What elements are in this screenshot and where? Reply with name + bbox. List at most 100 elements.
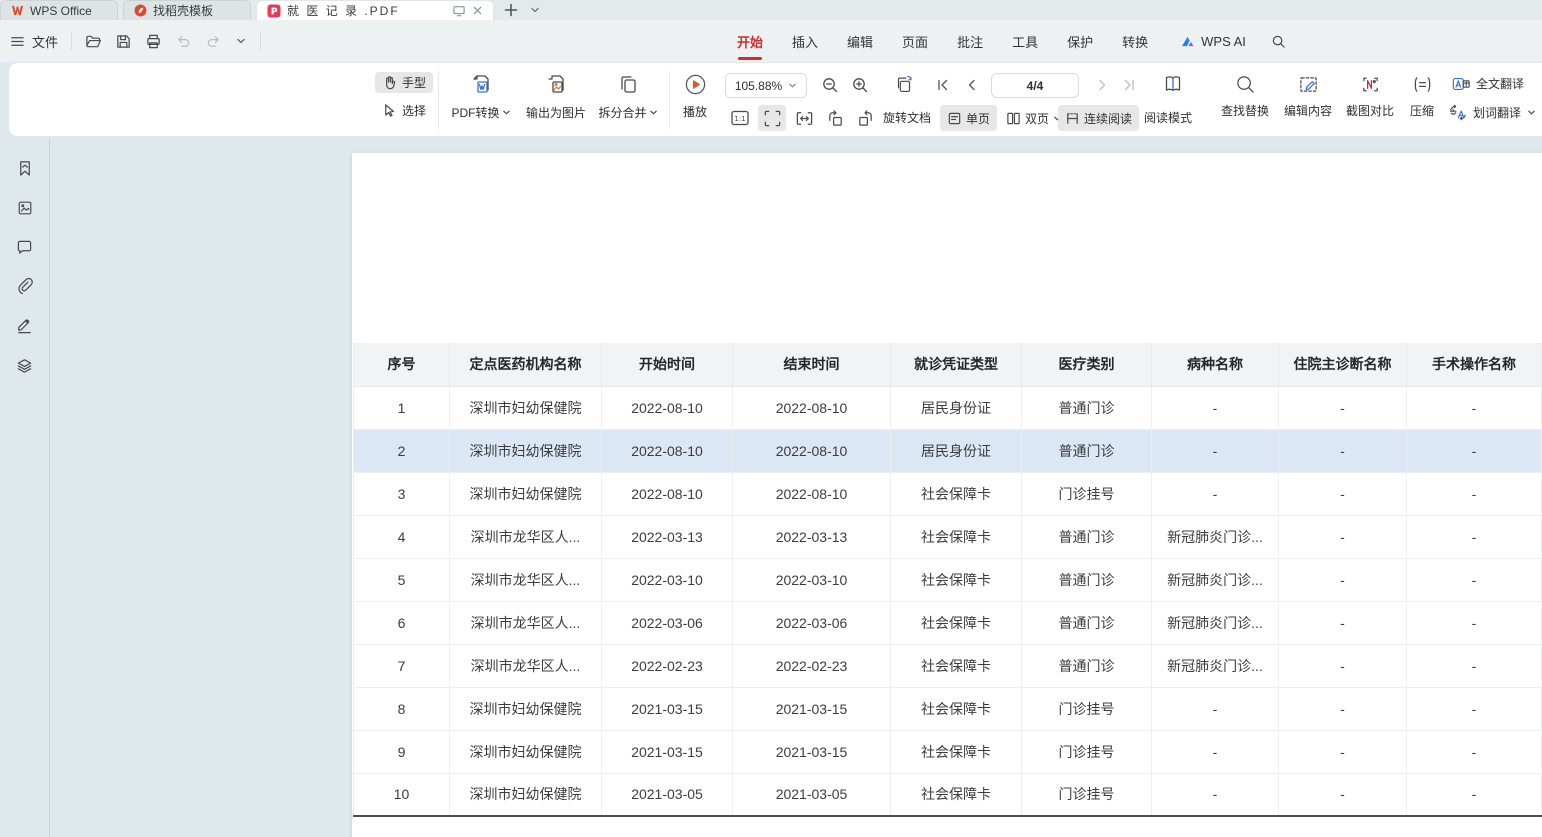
table-row[interactable]: 3深圳市妇幼保健院2022-08-102022-08-10社会保障卡门诊挂号--… — [354, 472, 1542, 515]
new-tab-button[interactable] — [499, 0, 523, 20]
table-row[interactable]: 4深圳市龙华区人...2022-03-132022-03-13社会保障卡普通门诊… — [354, 515, 1542, 558]
full-text-translate-button[interactable]: 全文翻译 — [1452, 75, 1524, 92]
edit-content-button[interactable]: 编辑内容 — [1275, 74, 1341, 119]
hamburger-menu-icon[interactable] — [10, 34, 25, 49]
wps-ai-label: WPS AI — [1201, 34, 1246, 49]
fit-page-icon — [763, 109, 782, 128]
menu-search-icon[interactable] — [1271, 34, 1286, 49]
compress-button[interactable]: 压缩 — [1399, 74, 1445, 119]
tab-docer-templates[interactable]: 找稻壳模板 — [123, 0, 251, 20]
reading-mode-icon-button[interactable] — [1161, 73, 1185, 95]
menu-tools[interactable]: 工具 — [1012, 32, 1038, 51]
menu-wps-ai[interactable]: WPS AI — [1181, 34, 1246, 49]
tab-list-chevron[interactable] — [523, 0, 547, 20]
signature-pen-icon[interactable] — [16, 317, 33, 334]
select-tool-button[interactable]: 选择 — [375, 100, 433, 121]
zoom-in-button[interactable] — [851, 76, 869, 94]
full-translate-label: 全文翻译 — [1476, 75, 1524, 92]
last-page-icon — [1122, 78, 1136, 92]
menu-edit[interactable]: 编辑 — [847, 32, 873, 51]
window-tab-bar: WPS Office 找稻壳模板 就 医 记 录 .PDF — [0, 0, 1542, 20]
table-row[interactable]: 9深圳市妇幼保健院2021-03-152021-03-15社会保障卡门诊挂号--… — [354, 730, 1542, 773]
export-as-image-button[interactable]: 输出为图片 — [521, 73, 591, 121]
layers-icon[interactable] — [16, 357, 33, 374]
fit-page-button[interactable] — [758, 105, 786, 131]
redo-icon[interactable] — [205, 33, 222, 50]
table-cell: 社会保障卡 — [891, 472, 1022, 515]
table-cell: - — [1279, 773, 1407, 816]
rotate-pages-button[interactable] — [893, 74, 915, 96]
zoom-level-combobox[interactable]: 105.88% — [725, 73, 807, 98]
plus-icon — [504, 3, 518, 17]
table-cell: 普通门诊 — [1022, 601, 1152, 644]
rotate-document-label[interactable]: 旋转文档 — [883, 105, 931, 131]
reading-mode-label[interactable]: 阅读模式 — [1144, 105, 1192, 131]
table-cell: - — [1407, 601, 1542, 644]
print-icon[interactable] — [145, 33, 162, 50]
screenshot-compare-button[interactable]: 截图对比 — [1337, 74, 1403, 119]
compress-label: 压缩 — [1410, 102, 1434, 119]
tab-wps-office[interactable]: WPS Office — [0, 0, 118, 20]
page-number-box[interactable]: 4/4 — [991, 73, 1079, 98]
zoom-out-button[interactable] — [821, 76, 839, 94]
find-replace-icon — [1235, 74, 1256, 95]
table-row[interactable]: 1深圳市妇幼保健院2022-08-102022-08-10居民身份证普通门诊--… — [354, 386, 1542, 429]
rotate-right-button[interactable] — [851, 105, 879, 131]
word-translate-button[interactable]: 划词翻译 — [1449, 104, 1536, 121]
menu-protect[interactable]: 保护 — [1067, 32, 1093, 51]
file-menu[interactable]: 文件 — [32, 32, 58, 51]
table-row[interactable]: 10深圳市妇幼保健院2021-03-052021-03-05社会保障卡门诊挂号-… — [354, 773, 1542, 816]
continuous-reading-button[interactable]: 连续阅读 — [1058, 105, 1139, 131]
thumbnail-icon[interactable] — [17, 200, 33, 216]
single-page-button[interactable]: 单页 — [940, 105, 997, 131]
split-merge-button[interactable]: 拆分合并 — [593, 73, 663, 121]
table-row[interactable]: 6深圳市龙华区人...2022-03-062022-03-06社会保障卡普通门诊… — [354, 601, 1542, 644]
pdf-convert-icon — [469, 73, 493, 97]
export-image-icon — [544, 73, 568, 97]
rotate-left-button[interactable] — [821, 105, 849, 131]
table-row[interactable]: 8深圳市妇幼保健院2021-03-152021-03-15社会保障卡门诊挂号--… — [354, 687, 1542, 730]
pdf-page[interactable]: 序号定点医药机构名称开始时间结束时间就诊凭证类型医疗类别病种名称住院主诊断名称手… — [352, 153, 1542, 837]
table-row[interactable]: 2深圳市妇幼保健院2022-08-102022-08-10居民身份证普通门诊--… — [354, 429, 1542, 472]
save-icon[interactable] — [115, 33, 132, 50]
menu-comment[interactable]: 批注 — [957, 32, 983, 51]
last-page-button[interactable] — [1122, 78, 1136, 92]
monitor-icon[interactable] — [452, 5, 466, 17]
rotate-left-icon — [826, 109, 845, 128]
table-column-header: 住院主诊断名称 — [1279, 343, 1407, 386]
quickbar-chevron-icon[interactable] — [235, 35, 247, 47]
find-replace-button[interactable]: 查找替换 — [1212, 74, 1278, 119]
page-indicator: 4/4 — [1027, 79, 1044, 93]
table-cell: - — [1279, 558, 1407, 601]
table-cell: 新冠肺炎门诊... — [1152, 558, 1279, 601]
first-page-button[interactable] — [936, 78, 950, 92]
divider — [669, 71, 670, 129]
export-image-label: 输出为图片 — [526, 104, 586, 121]
actual-size-button[interactable]: 1:1 — [726, 105, 754, 131]
menu-page[interactable]: 页面 — [902, 32, 928, 51]
open-folder-icon[interactable] — [85, 33, 102, 50]
menu-convert[interactable]: 转换 — [1122, 32, 1148, 51]
menu-insert[interactable]: 插入 — [792, 32, 818, 51]
split-merge-icon — [616, 73, 640, 97]
fit-width-button[interactable] — [790, 105, 818, 131]
play-button[interactable]: 播放 — [673, 73, 717, 120]
comment-icon[interactable] — [16, 239, 33, 254]
table-cell: - — [1407, 558, 1542, 601]
wps-logo-icon — [11, 4, 24, 17]
hand-tool-button[interactable]: 手型 — [375, 72, 433, 93]
attachment-icon[interactable] — [16, 277, 33, 294]
undo-icon[interactable] — [175, 33, 192, 50]
table-cell: 普通门诊 — [1022, 429, 1152, 472]
close-tab-icon[interactable] — [472, 5, 483, 16]
bookmark-icon[interactable] — [17, 160, 33, 177]
tab-document-active[interactable]: 就 医 记 录 .PDF — [256, 0, 494, 20]
previous-page-button[interactable] — [965, 78, 979, 92]
pdf-convert-button[interactable]: PDF转换 — [447, 73, 515, 121]
menu-home[interactable]: 开始 — [737, 32, 763, 51]
next-page-button[interactable] — [1095, 78, 1109, 92]
table-cell: 深圳市妇幼保健院 — [450, 773, 602, 816]
table-cell: 2022-03-06 — [602, 601, 733, 644]
table-row[interactable]: 5深圳市龙华区人...2022-03-102022-03-10社会保障卡普通门诊… — [354, 558, 1542, 601]
table-row[interactable]: 7深圳市龙华区人...2022-02-232022-02-23社会保障卡普通门诊… — [354, 644, 1542, 687]
